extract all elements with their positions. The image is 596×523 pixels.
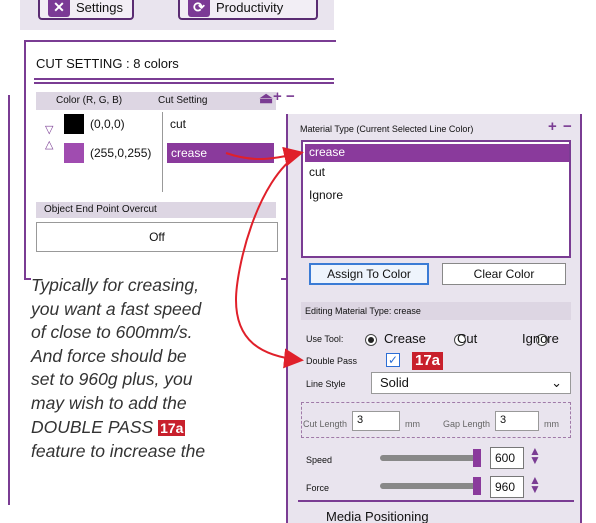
screenshot-root: ✕ Settings ⟳ Productivity CUT SETTING : … xyxy=(0,0,596,523)
arrow-to-crease xyxy=(225,146,304,167)
annotation-arrows xyxy=(225,146,304,369)
arrow-to-double-pass xyxy=(234,152,304,369)
